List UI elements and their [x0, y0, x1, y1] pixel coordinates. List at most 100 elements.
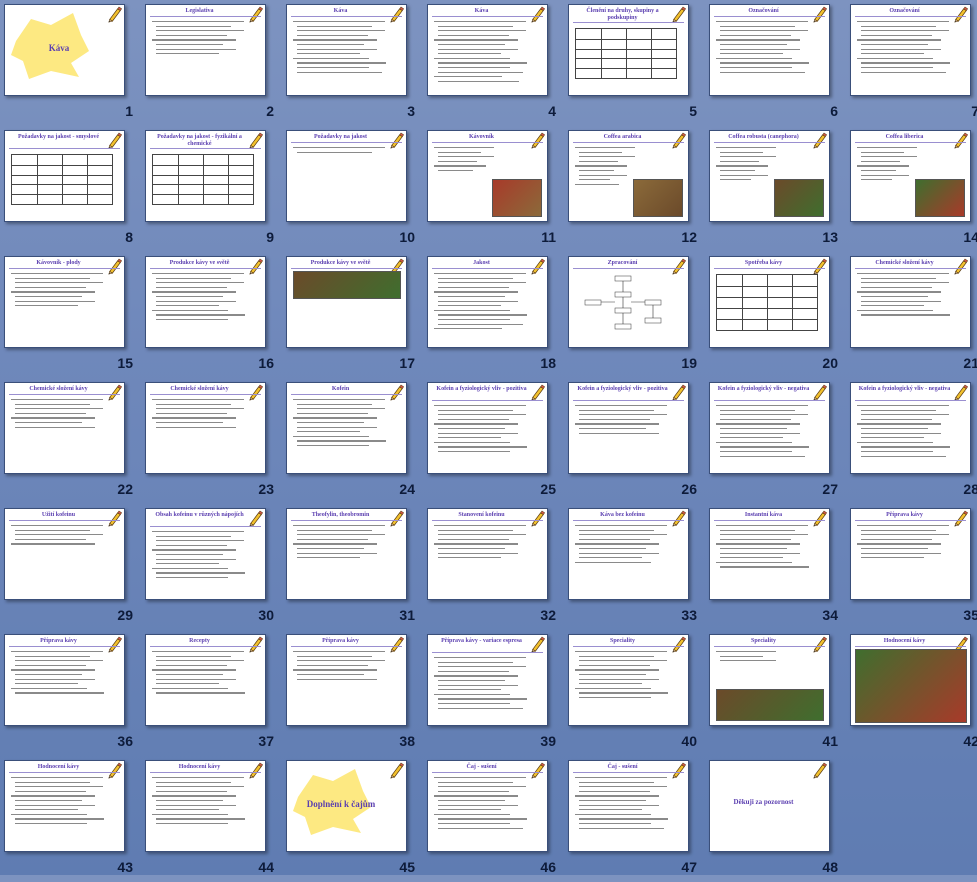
- slide-thumbnail-5[interactable]: Členění na druhy, skupiny a podskupiny: [568, 4, 689, 96]
- slide-thumbnail-23[interactable]: Chemické složení kávy: [145, 382, 266, 474]
- slide-thumbnail-43[interactable]: Hodnocení kávy: [4, 760, 125, 852]
- slide-thumbnail-28[interactable]: Kofein a fyziologický vliv - negativa: [850, 382, 971, 474]
- slide-thumbnail-25[interactable]: Kofein a fyziologický vliv - pozitiva: [427, 382, 548, 474]
- slide-title: Chemické složení kávy: [29, 386, 88, 392]
- slide-thumbnail-22[interactable]: Chemické složení kávy: [4, 382, 125, 474]
- slide-thumbnail-24[interactable]: Kofein: [286, 382, 407, 474]
- text-line: [15, 809, 78, 811]
- slide-thumbnail-35[interactable]: Příprava kávy: [850, 508, 971, 600]
- slide-title: Legislativa: [185, 8, 214, 14]
- slide-number: 29: [117, 607, 133, 623]
- title-underline: [573, 646, 684, 647]
- slide-thumbnail-21[interactable]: Chemické složení kávy: [850, 256, 971, 348]
- slide-thumbnail-47[interactable]: Čaj - sušení: [568, 760, 689, 852]
- slide-thumbnail-1[interactable]: Káva: [4, 4, 125, 96]
- slide-thumbnail-37[interactable]: Recepty: [145, 634, 266, 726]
- text-line: [720, 529, 795, 531]
- slide-cell: Označování 6: [705, 0, 846, 126]
- text-line: [438, 156, 494, 158]
- slide-thumbnail-44[interactable]: Hodnocení kávy: [145, 760, 266, 852]
- slide-thumbnail-13[interactable]: Coffea robusta (canephora): [709, 130, 830, 222]
- slide-cell: Hodnocení kávy 42: [846, 630, 977, 756]
- slide-thumbnail-6[interactable]: Označování: [709, 4, 830, 96]
- slide-thumbnail-26[interactable]: Kofein a fyziologický vliv - pozitiva: [568, 382, 689, 474]
- text-line: [15, 790, 86, 793]
- slide-thumbnail-19[interactable]: Zpracování: [568, 256, 689, 348]
- slide-thumbnail-27[interactable]: Kofein a fyziologický vliv - negativa: [709, 382, 830, 474]
- slide-thumbnail-42[interactable]: Hodnocení kávy: [850, 634, 971, 726]
- slide-thumbnail-40[interactable]: Speciality: [568, 634, 689, 726]
- slide-number: 23: [258, 481, 274, 497]
- title-underline: [573, 520, 684, 521]
- slide-thumbnail-32[interactable]: Stanovení kofeinu: [427, 508, 548, 600]
- text-line: [579, 548, 646, 550]
- slide-thumbnail-20[interactable]: Spotřeba kávy: [709, 256, 830, 348]
- slide-thumbnail-36[interactable]: Příprava kávy: [4, 634, 125, 726]
- text-line: [716, 21, 808, 23]
- slide-thumbnail-30[interactable]: Obsah kofeinu v různých nápojích: [145, 508, 266, 600]
- slide-thumbnail-39[interactable]: Příprava kávy - variace espresa: [427, 634, 548, 726]
- slide-thumbnail-11[interactable]: Kávovník: [427, 130, 548, 222]
- title-underline: [855, 520, 966, 521]
- slide-thumbnail-48[interactable]: Děkuji za pozornost: [709, 760, 830, 852]
- slide-thumbnail-12[interactable]: Coffea arabica: [568, 130, 689, 222]
- slide-thumbnail-46[interactable]: Čaj - sušení: [427, 760, 548, 852]
- text-line: [438, 707, 523, 709]
- text-line: [11, 813, 87, 816]
- slide-number: 6: [830, 103, 838, 119]
- text-line: [297, 552, 377, 554]
- slide-thumbnail-29[interactable]: Užití kofeinu: [4, 508, 125, 600]
- slide-thumbnail-45[interactable]: Doplnění k čajům: [286, 760, 407, 852]
- text-line: [438, 670, 509, 673]
- text-line: [156, 314, 245, 316]
- slide-thumbnail-16[interactable]: Produkce kávy ve světě: [145, 256, 266, 348]
- text-line: [438, 818, 527, 820]
- slide-cell: Obsah kofeinu v různých nápojích 30: [141, 504, 282, 630]
- title-underline: [9, 646, 120, 647]
- slide-thumbnail-8[interactable]: Požadavky na jakost - smyslové: [4, 130, 125, 222]
- pencil-icon: [813, 510, 828, 527]
- text-line: [15, 800, 82, 802]
- text-line: [438, 684, 518, 686]
- slide-number: 30: [258, 607, 274, 623]
- text-line: [720, 170, 755, 172]
- slide-thumbnail-10[interactable]: Požadavky na jakost: [286, 130, 407, 222]
- text-line: [720, 151, 763, 153]
- text-line: [716, 561, 792, 564]
- text-line: [156, 412, 227, 415]
- slide-thumbnail-3[interactable]: Káva: [286, 4, 407, 96]
- slide-cell: Jakost 18: [423, 252, 564, 378]
- text-line: [434, 543, 518, 545]
- text-line: [15, 655, 90, 657]
- text-line: [15, 282, 103, 284]
- text-line: [434, 309, 510, 312]
- text-line: [297, 655, 372, 657]
- slide-thumbnail-18[interactable]: Jakost: [427, 256, 548, 348]
- slide-thumbnail-38[interactable]: Příprava kávy: [286, 634, 407, 726]
- slide-title: Označování: [889, 8, 920, 14]
- slide-title: Produkce kávy ve světě: [169, 260, 230, 266]
- slide-thumbnail-31[interactable]: Theofylin, theobromin: [286, 508, 407, 600]
- slide-thumbnail-15[interactable]: Kávovník - plody: [4, 256, 125, 348]
- slide-thumbnail-7[interactable]: Označování: [850, 4, 971, 96]
- slide-thumbnail-14[interactable]: Coffea liberica: [850, 130, 971, 222]
- slide-thumbnail-9[interactable]: Požadavky na jakost - fyzikální a chemic…: [145, 130, 266, 222]
- slide-thumbnail-33[interactable]: Káva bez kofeinu: [568, 508, 689, 600]
- title-underline: [855, 142, 966, 143]
- title-underline: [150, 772, 261, 773]
- pencil-icon: [108, 762, 123, 779]
- text-line: [438, 698, 527, 700]
- text-line: [579, 552, 659, 554]
- slide-number: 33: [681, 607, 697, 623]
- slide-thumbnail-2[interactable]: Legislativa: [145, 4, 266, 96]
- slide-cell: Instantní káva 34: [705, 504, 846, 630]
- slide-thumbnail-41[interactable]: Speciality: [709, 634, 830, 726]
- text-line: [720, 557, 783, 559]
- slide-thumbnail-4[interactable]: Káva: [427, 4, 548, 96]
- slide-thumbnail-17[interactable]: Produkce kávy ve světě: [286, 256, 407, 348]
- slide-thumbnail-34[interactable]: Instantní káva: [709, 508, 830, 600]
- text-line: [861, 437, 924, 439]
- text-line: [438, 451, 510, 453]
- text-line: [579, 538, 650, 541]
- text-line: [720, 34, 791, 37]
